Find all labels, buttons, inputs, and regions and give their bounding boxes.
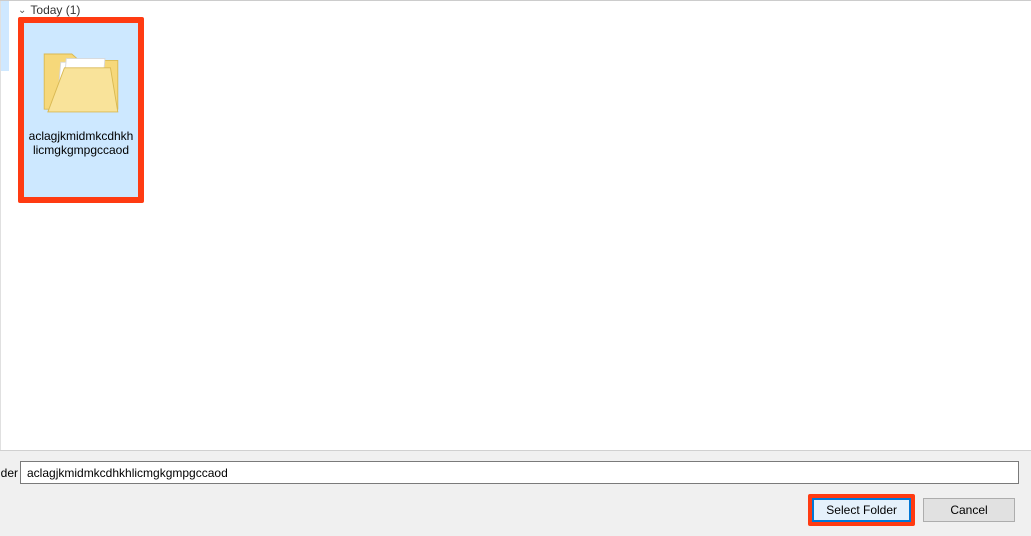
folder-item-label: aclagjkmidmkcdhkhlicmgkgmpgccaod — [24, 129, 138, 158]
annotation-highlight-select-button: Select Folder — [808, 494, 915, 526]
file-list-pane[interactable]: ⌄ Today (1) aclagjkmidmkcdhkhlicmgkgm — [0, 1, 1031, 450]
annotation-highlight-folder: aclagjkmidmkcdhkhlicmgkgmpgccaod — [18, 17, 144, 203]
cancel-button[interactable]: Cancel — [923, 498, 1015, 522]
folder-icon — [35, 31, 127, 123]
folder-field-row: der: — [0, 461, 1019, 484]
chevron-down-icon: ⌄ — [18, 5, 26, 16]
folder-name-input[interactable] — [20, 461, 1019, 484]
dialog-buttons-row: Select Folder Cancel — [0, 494, 1019, 526]
file-picker-window: ⌄ Today (1) aclagjkmidmkcdhkhlicmgkgm — [0, 0, 1031, 536]
folder-field-label: der: — [0, 466, 20, 480]
folder-item[interactable]: aclagjkmidmkcdhkhlicmgkgmpgccaod — [24, 23, 138, 197]
scrollbar-stub — [1, 1, 9, 71]
dialog-footer: der: Select Folder Cancel — [0, 450, 1031, 536]
group-header-label: Today (1) — [30, 3, 80, 17]
select-folder-button[interactable]: Select Folder — [812, 498, 911, 522]
